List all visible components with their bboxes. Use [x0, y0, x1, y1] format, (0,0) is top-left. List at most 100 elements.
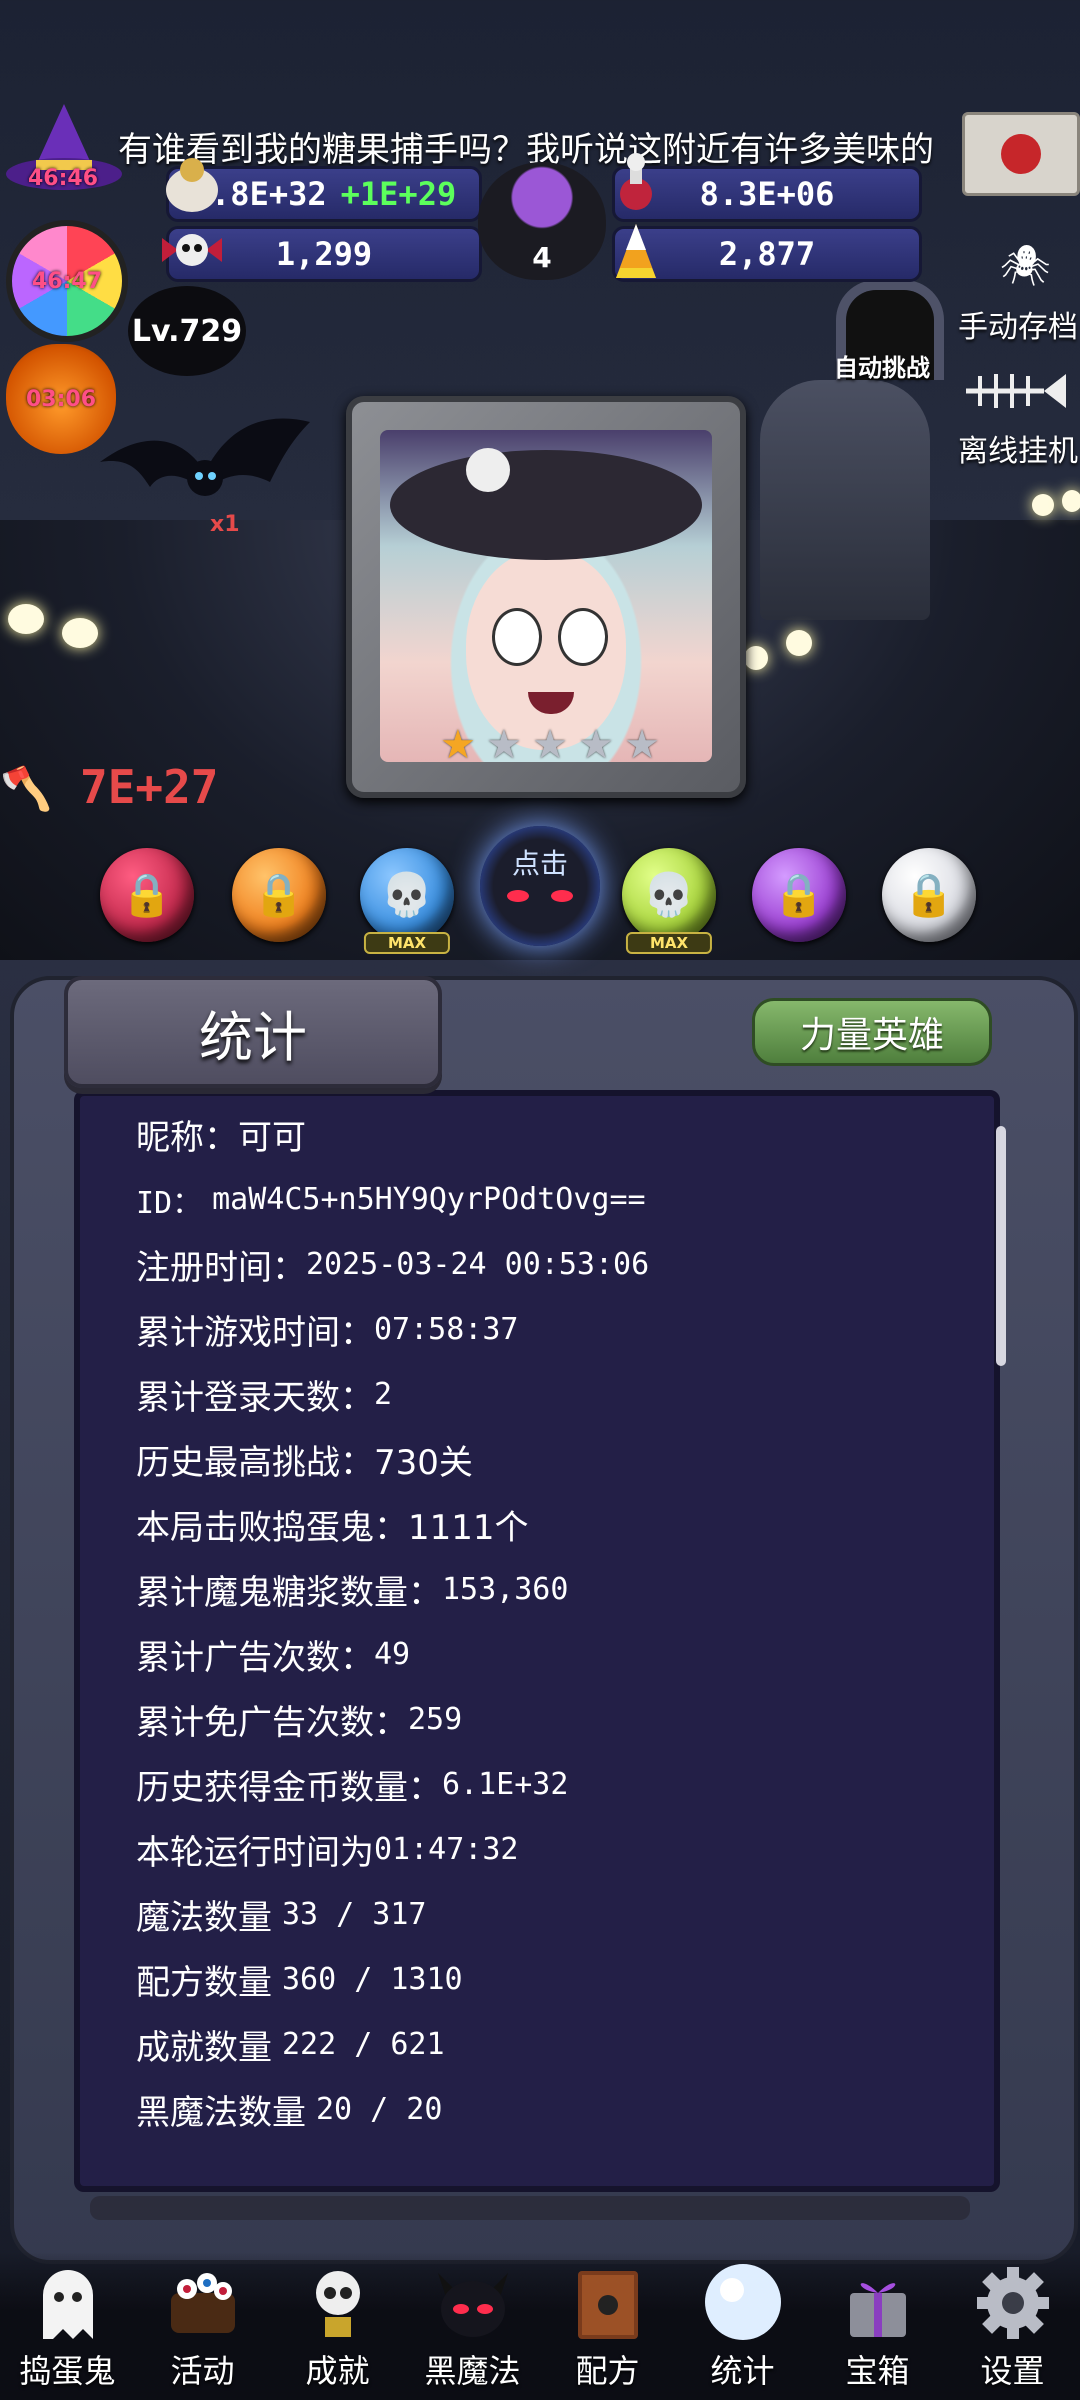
witch-hat-icon[interactable]: 46:46 — [4, 100, 124, 200]
orb-white[interactable]: 🔒 — [882, 848, 976, 942]
orb-purple[interactable]: 🔒 — [752, 848, 846, 942]
skull-icon: 💀 — [642, 870, 696, 919]
tombstone — [760, 380, 930, 620]
potion-skull-icon — [604, 150, 668, 214]
spellbook-icon — [563, 2260, 653, 2346]
nav-achievements[interactable]: 成就 — [273, 2260, 403, 2400]
stat-label: 成就数量 — [136, 2028, 272, 2068]
nav-label: 捣蛋鬼 — [19, 2352, 116, 2390]
lock-icon: 🔒 — [252, 870, 306, 919]
stat-value: 222 / 621 — [282, 2027, 445, 2062]
eyeball-cake-icon — [158, 2260, 248, 2346]
mail-envelope-icon[interactable] — [962, 112, 1080, 196]
max-tag: MAX — [625, 932, 713, 954]
stat-label: ID： — [136, 1185, 203, 1221]
stat-login-days: 累计登录天数： 2 — [136, 1362, 956, 1427]
bat-icon[interactable]: x1 — [100, 412, 310, 537]
stat-highest-challenge: 历史最高挑战： 730关 — [136, 1427, 956, 1492]
orb-red[interactable]: 🔒 — [100, 848, 194, 942]
offline-idle-button[interactable]: 离线挂机 — [958, 426, 1078, 470]
stat-black-magic-count: 黑魔法数量 20 / 20 — [136, 2077, 956, 2142]
nav-settings[interactable]: 设置 — [948, 2260, 1078, 2400]
bottom-nav: 捣蛋鬼 活动 成就 黑魔法 配方 统计 宝箱 设置 — [0, 2252, 1080, 2400]
stats-list: 昵称： 可可 ID： maW4C5+n5HY9QyrPOdtOvg== 注册时间： 2… — [136, 1102, 956, 2142]
skull-candy-icon — [160, 218, 224, 282]
panel-title-text: 统计 — [199, 1005, 307, 1069]
red-eye — [551, 890, 573, 902]
stat-magic-count: 魔法数量 33 / 317 — [136, 1882, 956, 1947]
stat-value: 259 — [408, 1702, 463, 1737]
candy-timer: 46:47 — [31, 268, 103, 294]
glowing-eyes — [744, 646, 768, 670]
glowing-eyes — [1032, 494, 1054, 516]
skull-trophy-icon — [293, 2260, 383, 2346]
candy-corn-count: 2,877 — [718, 235, 816, 273]
star-empty-icon: ★ — [532, 722, 568, 762]
nav-recipes[interactable]: 配方 — [543, 2260, 673, 2400]
auto-challenge-label[interactable]: 自动挑战 — [834, 348, 930, 383]
level-badge: Lv.729 — [128, 286, 246, 376]
panel-bottom-bar — [90, 2196, 970, 2220]
enemy-portrait-frame[interactable]: ★ ★ ★ ★ ★ — [346, 396, 746, 798]
damage-readout: 🪓 7E+27 — [0, 760, 218, 814]
gift-chest-icon — [833, 2260, 923, 2346]
nav-pranksters[interactable]: 捣蛋鬼 — [3, 2260, 133, 2400]
witch-girl-portrait: ★ ★ ★ ★ ★ — [380, 430, 712, 762]
stat-ads-watched: 累计广告次数： 49 — [136, 1622, 956, 1687]
stat-label: 累计魔鬼糖浆数量： — [136, 1573, 442, 1613]
pumpkin-timer: 03:06 — [25, 386, 97, 412]
power-hero-button[interactable]: 力量英雄 — [752, 998, 992, 1066]
stat-label: 历史获得金币数量： — [136, 1768, 442, 1808]
stat-value: 49 — [374, 1637, 411, 1672]
nav-stats[interactable]: 统计 — [678, 2260, 808, 2400]
stat-value: 33 / 317 — [282, 1897, 427, 1932]
lollipop-candy-icon[interactable]: 46:47 — [6, 220, 128, 342]
stat-value: maW4C5+n5HY9QyrPOdtOvg== — [212, 1182, 646, 1217]
skull-icon: 💀 — [380, 870, 434, 919]
glowing-eyes — [8, 604, 44, 634]
nav-label: 配方 — [575, 2352, 640, 2390]
orb-blue-skull[interactable]: 💀 MAX — [360, 848, 454, 954]
click-demon-orb[interactable]: 点击 — [480, 826, 600, 946]
stat-value: 2025-03-24 00:53:06 — [306, 1247, 650, 1282]
candy-corn-icon — [604, 220, 668, 284]
stat-value: 153,360 — [442, 1572, 569, 1607]
lock-icon: 🔒 — [902, 870, 956, 919]
orb-green-skull[interactable]: 💀 MAX — [622, 848, 716, 954]
stat-nickname: 昵称： 可可 — [136, 1102, 956, 1167]
spider-icon: 🕷 — [1000, 243, 1051, 289]
stat-value: 20 / 20 — [316, 2092, 443, 2127]
stat-achievement-count: 成就数量 222 / 621 — [136, 2012, 956, 2077]
stat-label: 本局击败捣蛋鬼： — [136, 1508, 408, 1548]
stat-label: 累计游戏时间： — [136, 1313, 374, 1353]
stat-value: 6.1E+32 — [442, 1767, 569, 1802]
stat-total-playtime: 累计游戏时间： 07:58:37 — [136, 1297, 956, 1362]
bat-multiplier: x1 — [210, 512, 240, 537]
fishbone-icon[interactable] — [960, 366, 1070, 416]
glowing-eyes — [786, 630, 812, 656]
cauldron-icon[interactable]: 4 — [478, 162, 606, 280]
damage-value: 7E+27 — [80, 760, 219, 814]
demon-head-icon — [428, 2260, 518, 2346]
nav-black-magic[interactable]: 黑魔法 — [408, 2260, 538, 2400]
stat-devil-syrup: 累计魔鬼糖浆数量： 153,360 — [136, 1557, 956, 1622]
nav-label: 黑魔法 — [424, 2352, 521, 2390]
nav-label: 设置 — [980, 2352, 1045, 2390]
star-empty-icon: ★ — [486, 722, 522, 762]
manual-save-button[interactable]: 手动存档 — [958, 302, 1078, 346]
axe-icon: 🪓 — [0, 764, 53, 813]
scrollbar[interactable] — [996, 1126, 1006, 1366]
orb-orange[interactable]: 🔒 — [232, 848, 326, 942]
nav-label: 统计 — [710, 2352, 775, 2390]
stat-label: 昵称： — [136, 1118, 238, 1158]
stat-label: 配方数量 — [136, 1963, 272, 2003]
red-eye — [507, 890, 529, 902]
max-tag: MAX — [363, 932, 451, 954]
skull-count: 1,299 — [275, 235, 373, 273]
stat-gold-earned: 历史获得金币数量： 6.1E+32 — [136, 1752, 956, 1817]
stat-label: 累计广告次数： — [136, 1638, 374, 1678]
lock-icon: 🔒 — [772, 870, 826, 919]
nav-chest[interactable]: 宝箱 — [813, 2260, 943, 2400]
star-filled-icon: ★ — [440, 722, 476, 762]
nav-events[interactable]: 活动 — [138, 2260, 268, 2400]
